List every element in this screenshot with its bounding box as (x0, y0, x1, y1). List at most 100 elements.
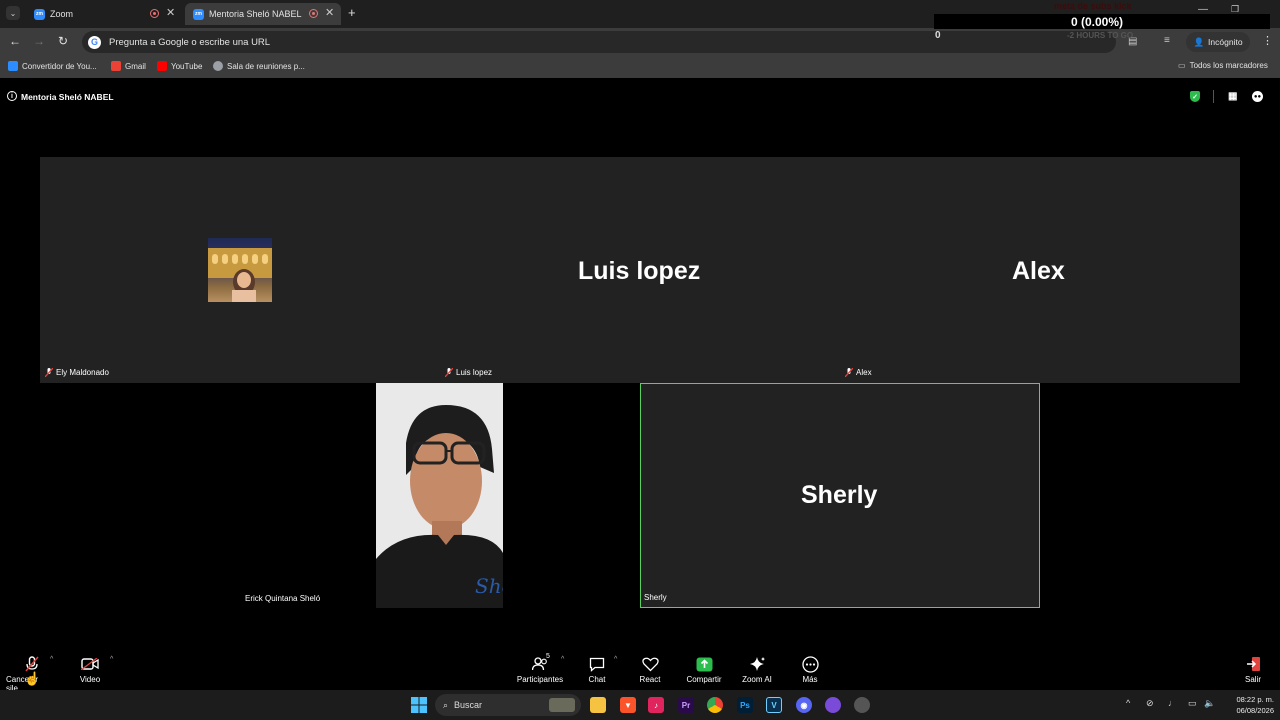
photoshop-icon[interactable]: Ps (737, 697, 753, 713)
participant-name-alex: Alex (845, 368, 872, 377)
obs-icon[interactable] (825, 697, 841, 713)
shield-icon[interactable]: ✓ (1190, 91, 1200, 102)
tab-zoom[interactable]: zm Zoom ✕ (26, 3, 182, 25)
meeting-title: Mentoria Sheló NABEL (21, 92, 114, 102)
sherly-tile[interactable]: Sherly Sherly (640, 383, 1040, 608)
reload-icon[interactable]: ↻ (58, 34, 68, 48)
network-off-icon[interactable]: ⊘ (1146, 698, 1154, 709)
camera-icon (81, 655, 99, 673)
chat-chevron-icon[interactable]: ^ (614, 656, 617, 663)
participants-button[interactable]: 5 Participantes (516, 653, 564, 684)
discord-icon[interactable]: ◉ (796, 697, 812, 713)
video-tiles-row: Ely Maldonado Luis lopez Luis lopez Alex… (40, 157, 1240, 383)
video-label: Video (79, 675, 101, 684)
file-explorer-icon[interactable] (590, 697, 606, 713)
zoom-ai-label: Zoom AI (742, 675, 772, 684)
zoom-icon: zm (193, 8, 204, 20)
name-label: Sherly (644, 593, 667, 602)
participants-icon: 5 (532, 653, 550, 673)
google-icon: G (88, 35, 101, 49)
tab-title: Zoom (50, 9, 74, 19)
ely-video-thumbnail[interactable] (208, 238, 272, 302)
back-icon[interactable]: ← (9, 34, 21, 48)
folder-icon: ▭ (1178, 61, 1186, 70)
tab-mentoria[interactable]: zm Mentoria Sheló NABEL ✕ (185, 3, 341, 25)
mic-muted-icon (445, 368, 453, 377)
vegas-icon[interactable]: V (766, 697, 782, 713)
mic-muted-icon (45, 368, 53, 377)
chat-button[interactable]: Chat (584, 655, 610, 684)
all-bookmarks[interactable]: ▭ Todos los marcadores (1178, 61, 1268, 70)
bookmarks-bar: Convertidor de You... Gmail YouTube Sala… (0, 56, 1280, 78)
more-icon (801, 655, 819, 673)
search-highlight-icon (549, 698, 575, 712)
clock-time: 08:22 p. m. (1236, 695, 1274, 704)
avatar[interactable]: ●● (1252, 91, 1263, 102)
svg-text:Shel: Shel (475, 574, 503, 598)
luis-avatar-name: Luis lopez (578, 257, 701, 285)
mic-muted-icon (845, 368, 853, 377)
address-placeholder: Pregunta a Google o escribe una URL (109, 36, 271, 48)
taskbar-search[interactable]: ⌕ Buscar (435, 694, 581, 716)
tab-list-button[interactable]: ⌄ (6, 6, 20, 20)
chrome-icon[interactable] (707, 697, 723, 713)
more-label: Más (802, 675, 818, 684)
new-tab-button[interactable]: + (348, 5, 356, 20)
audio-options-chevron-icon[interactable]: ^ (50, 656, 53, 663)
premiere-icon[interactable]: Pr (678, 697, 694, 713)
all-bookmarks-label: Todos los marcadores (1189, 61, 1268, 70)
tiktok-icon[interactable]: ♪ (648, 697, 664, 713)
display-icon[interactable]: ▭ (1188, 698, 1197, 709)
bookmark-sala[interactable]: Sala de reuniones p... (213, 61, 305, 71)
leave-icon (1245, 655, 1261, 673)
clock-date: 06/08/2026 (1236, 706, 1274, 715)
share-button[interactable]: Compartir (684, 655, 724, 684)
video-button[interactable]: Video (74, 655, 106, 684)
zoom-icon: zm (34, 8, 45, 20)
microphone-icon[interactable]: ♩ (1168, 698, 1177, 708)
forward-icon[interactable]: → (33, 34, 45, 48)
bookmark-youtube[interactable]: YouTube (157, 61, 202, 71)
tab-title: Mentoria Sheló NABEL (209, 9, 302, 19)
grid-view-icon[interactable]: ▦ (1228, 91, 1237, 102)
windows-start-icon[interactable] (411, 697, 427, 713)
volume-icon[interactable]: 🔈 (1204, 698, 1215, 709)
goal-start: 0 (935, 30, 941, 41)
chat-label: Chat (588, 675, 606, 684)
bookmark-gmail[interactable]: Gmail (111, 61, 146, 71)
info-icon[interactable]: i (7, 91, 17, 101)
more-button[interactable]: Más (798, 655, 822, 684)
name-label: Ely Maldonado (56, 368, 109, 377)
participants-chevron-icon[interactable]: ^ (561, 656, 564, 663)
close-tab-icon[interactable]: ✕ (325, 6, 334, 19)
sparkle-icon (749, 655, 766, 673)
zoom-ai-button[interactable]: Zoom AI (740, 655, 774, 684)
overlay-title: meta de subs kick (1054, 1, 1132, 11)
video-options-chevron-icon[interactable]: ^ (110, 656, 113, 663)
participants-label: Participantes (516, 675, 564, 684)
chrome-incognito-icon[interactable] (854, 697, 870, 713)
divider (1213, 90, 1214, 103)
close-tab-icon[interactable]: ✕ (166, 6, 175, 19)
participants-count: 5 (546, 653, 550, 660)
react-button[interactable]: React (637, 655, 663, 684)
erick-video[interactable]: Shel (376, 383, 503, 608)
meeting-header: i Mentoria Sheló NABEL ✓ ▦ ●● (0, 85, 1280, 109)
recording-icon (150, 9, 159, 18)
bookmark-label: Convertidor de You... (22, 61, 97, 71)
tray-chevron-icon[interactable]: ^ (1126, 698, 1130, 708)
converter-icon (8, 61, 18, 71)
goal-time-left: -2 HOURS TO GO (1067, 31, 1134, 40)
recording-icon (309, 9, 318, 18)
bookmark-convertidor[interactable]: Convertidor de You... (8, 61, 97, 71)
bookmark-label: Sala de reuniones p... (227, 61, 305, 71)
brave-icon[interactable]: ▼ (620, 697, 636, 713)
goal-value: 0 (0.00%) (1071, 15, 1124, 29)
mouse-cursor-icon: ☝ (24, 671, 41, 686)
participant-name-erick: Erick Quintana Sheló (245, 594, 320, 603)
leave-button[interactable]: Salir (1240, 655, 1266, 684)
clock[interactable]: 08:22 p. m. 06/08/2026 (1222, 694, 1274, 716)
participant-name-sherly: Sherly (644, 593, 667, 602)
bookmark-label: YouTube (171, 61, 203, 71)
search-label: Buscar (454, 700, 483, 710)
